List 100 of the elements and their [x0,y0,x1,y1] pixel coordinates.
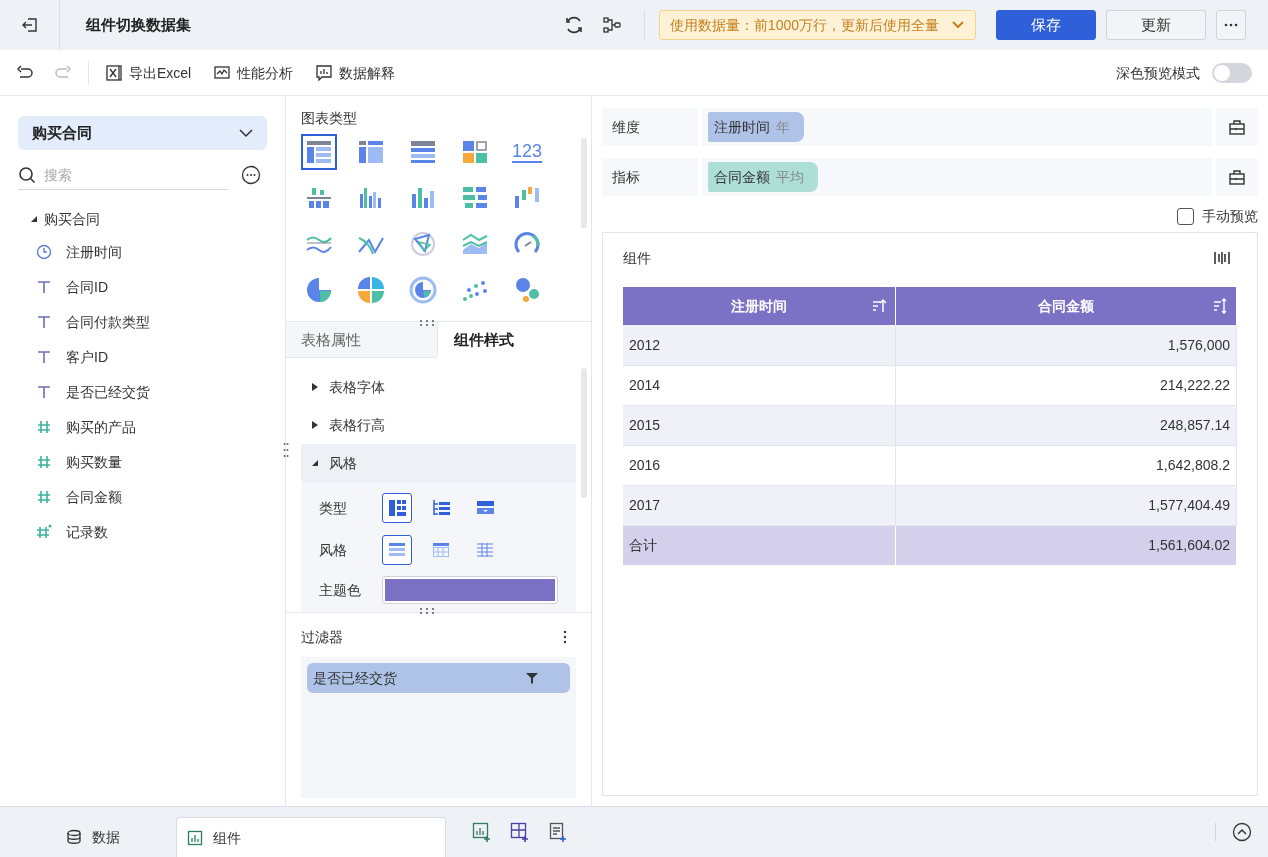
bottom-tab[interactable]: 数据 [0,817,176,857]
more-icon[interactable] [241,165,261,185]
filter-icon[interactable] [526,672,538,684]
text-type-icon [36,348,52,365]
section-label[interactable]: 表格字体 [329,377,385,397]
search-field[interactable]: 搜索 [44,164,229,185]
ring-chart-icon [407,274,439,306]
chart-type-number-button[interactable]: 123 [509,134,545,170]
field-item[interactable]: 客户ID [66,346,108,367]
toolbox-icon[interactable] [1228,168,1246,186]
field-item[interactable]: 购买的产品 [66,416,136,437]
folder-label[interactable]: 购买合同 [44,209,100,229]
clock-icon [36,243,52,260]
connector-icon[interactable] [601,15,622,35]
field-item[interactable]: 合同付款类型 [66,311,150,332]
chart-icon [187,829,203,846]
table-cell: 1,576,000 [895,325,1237,365]
more-icon [1224,23,1238,27]
add-chart-icon[interactable] [472,821,492,843]
toolbox-icon[interactable] [1228,118,1246,136]
resize-handle-icon[interactable] [419,319,435,327]
chart-switch-icon[interactable] [1213,249,1231,267]
dark-mode-toggle[interactable] [1212,62,1252,83]
collapsed-triangle-icon[interactable] [311,421,319,429]
data-explain-button[interactable]: 数据解释 [315,62,396,83]
shelf-label: 指标 [602,158,698,196]
hash-icon [36,418,52,435]
table-cell: 1,577,404.49 [895,485,1237,525]
bottom-tab[interactable]: 组件 [176,817,446,857]
collapse-up-icon[interactable] [1232,822,1252,842]
option-label: 类型 [319,499,348,518]
table-cell: 1,642,808.2 [895,445,1237,485]
expanded-triangle-icon[interactable] [30,215,38,223]
style-option-button[interactable] [382,493,412,523]
collapsed-triangle-icon[interactable] [311,383,319,391]
add-layout-icon[interactable] [510,821,530,843]
text-type-icon [36,313,52,330]
manual-preview-checkbox[interactable]: 手动预览 [1177,206,1258,226]
hash-icon [36,453,52,470]
expanded-triangle-icon[interactable] [311,459,319,467]
option-label: 主题色 [319,581,362,600]
field-item[interactable]: 合同ID [66,276,108,297]
field-item[interactable]: 记录数 [66,521,108,542]
field-item[interactable]: 是否已经交货 [66,381,150,402]
resize-handle-icon[interactable] [419,607,435,615]
exit-icon[interactable] [20,16,39,34]
bar-chart-bubble-icon [315,63,334,82]
shelf-drop-zone[interactable]: 注册时间 年 [702,108,1212,146]
spreadsheet-icon [105,63,123,82]
drag-handle-icon[interactable] [283,442,289,458]
field-item[interactable]: 合同金额 [66,486,122,507]
component-title: 组件 [623,249,651,268]
section-label: 风格 [329,454,357,473]
table-cell: 214,222.22 [895,365,1237,405]
option-label: 风格 [319,541,348,560]
search-icon[interactable] [18,165,36,184]
shelf-label: 维度 [602,108,698,146]
property-tab[interactable]: 表格属性 [286,322,438,358]
filter-chip[interactable]: 是否已经交货 [307,663,570,693]
measure-chip[interactable]: 合同金额 平均 [708,162,818,192]
chevron-down-icon [239,128,253,138]
field-item[interactable]: 购买数量 [66,451,122,472]
shelf-drop-zone[interactable]: 合同金额 平均 [702,158,1212,196]
section-title: 图表类型 [301,109,358,128]
column-header[interactable]: 注册时间 [623,287,895,325]
sort-both-icon[interactable] [1212,298,1228,314]
export-excel-button[interactable]: 导出Excel [105,62,192,83]
table-cell: 2015 [623,405,895,445]
section-header[interactable]: 风格 [301,444,576,482]
save-button[interactable]: 保存 [996,10,1096,40]
filter-title: 过滤器 [301,628,343,647]
update-button[interactable]: 更新 [1106,10,1206,40]
chevron-down-icon [951,20,965,30]
pie-multi-chart-icon [355,274,387,306]
sort-icon[interactable] [870,298,887,314]
hash-star-icon [36,523,52,540]
style-option-button[interactable] [382,535,412,565]
dark-mode-label: 深色预览模式 [1116,63,1200,83]
line-chart-icon [213,63,232,82]
field-item[interactable]: 注册时间 [66,241,122,262]
text-type-icon [36,383,52,400]
more-icon[interactable] [562,630,568,644]
table-cell: 2014 [623,365,895,405]
table-cell: 248,857.14 [895,405,1237,445]
add-text-icon[interactable] [548,821,568,843]
table-cell: 2012 [623,325,895,365]
hash-icon [36,488,52,505]
total-cell: 合计 [623,525,895,565]
section-label[interactable]: 表格行高 [329,415,385,435]
dimension-chip[interactable]: 注册时间 年 [708,112,804,142]
refresh-icon[interactable] [563,15,584,35]
performance-analysis-button[interactable]: 性能分析 [213,62,294,83]
database-icon [66,829,82,845]
chart-type-table-button[interactable] [301,134,337,170]
dataset-dropdown[interactable]: 购买合同 [18,116,267,150]
table-cell: 2016 [623,445,895,485]
table-cell: 2017 [623,485,895,525]
column-header[interactable]: 合同金额 [895,287,1237,325]
text-type-icon [36,278,52,295]
report-title: 组件切换数据集 [86,15,192,36]
